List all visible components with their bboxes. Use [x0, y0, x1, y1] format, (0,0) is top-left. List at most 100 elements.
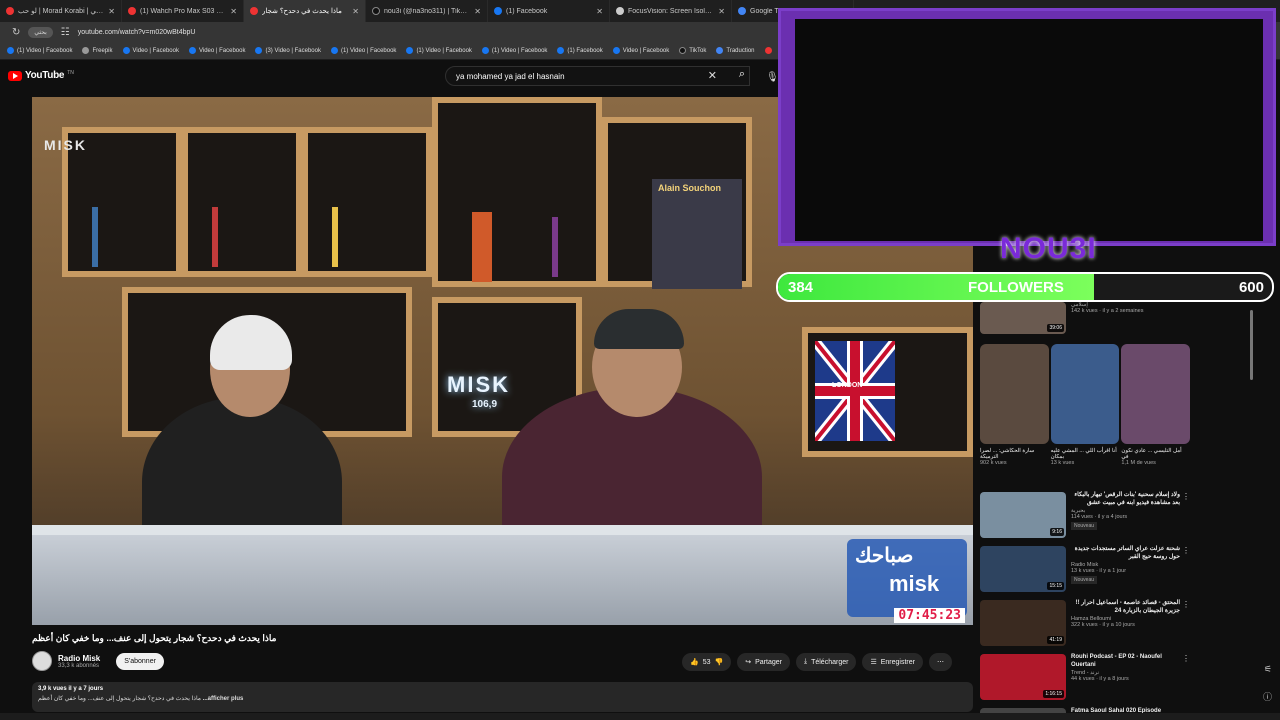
- bookmark[interactable]: (1) Video | Facebook: [326, 47, 401, 54]
- bookmark-label: (3) Video | Facebook: [265, 47, 321, 54]
- tab-label: (1) Facebook: [506, 7, 548, 15]
- save-button[interactable]: ☰ Enregistrer: [862, 653, 923, 671]
- taskbar: [0, 713, 1280, 720]
- video-info: إسلامي 142 k vues · il y a 2 semaines: [1071, 302, 1190, 334]
- tiktok-favicon-icon: [372, 7, 380, 15]
- subscribe-button[interactable]: S'abonner: [116, 652, 164, 670]
- video-thumbnail[interactable]: 15:15: [980, 546, 1066, 592]
- like-button[interactable]: 👍 53 👎: [682, 653, 732, 671]
- more-vert-icon[interactable]: ⋮: [1182, 600, 1190, 609]
- close-icon[interactable]: ✕: [230, 7, 237, 16]
- video-thumbnail[interactable]: 9:16: [980, 492, 1066, 538]
- short-thumbnail[interactable]: [1050, 344, 1120, 444]
- bookmark[interactable]: Video | Facebook: [118, 47, 184, 54]
- channel-avatar[interactable]: [32, 651, 52, 671]
- help-icon[interactable]: ⓘ: [1263, 690, 1272, 703]
- bookmark[interactable]: (1) Video | Facebook: [477, 47, 552, 54]
- video-thumbnail[interactable]: 41:19: [980, 600, 1066, 646]
- browser-tab[interactable]: (1) Facebook ✕: [488, 0, 610, 22]
- recommended-video[interactable]: 15:15 شحنة عزلت عراي الساتر مستجدات جديد…: [980, 546, 1190, 592]
- close-icon[interactable]: ✕: [718, 7, 725, 16]
- bookmark[interactable]: Traduction: [711, 47, 759, 54]
- more-vert-icon[interactable]: ⋮: [1182, 546, 1190, 555]
- youtube-logo[interactable]: YouTube TN: [8, 70, 74, 81]
- url-field[interactable]: youtube.com/watch?v=m020wBt4bpU: [78, 29, 196, 36]
- description-box[interactable]: 3,9 k vues il y a 7 jours ماذا يحدث في د…: [32, 682, 973, 712]
- search-query: ya mohamed ya jad el hasnain: [456, 71, 565, 81]
- download-button[interactable]: ⤓ Télécharger: [795, 653, 857, 671]
- browser-tab[interactable]: nou3i (@na3no311) | TikTok ✕: [366, 0, 488, 22]
- facebook-icon: [255, 47, 263, 54]
- video-meta: 114 vues · il y a 4 jours: [1071, 513, 1128, 520]
- bookmark[interactable]: Freepik: [77, 47, 117, 54]
- browser-tab[interactable]: لو حب | Morad Korabi | مراد قربي✕: [0, 0, 122, 22]
- bookmark[interactable]: (1) Video | Facebook: [401, 47, 476, 54]
- video-thumbnail[interactable]: 39:06: [980, 302, 1066, 334]
- microphone-icon[interactable]: 🎙: [766, 72, 779, 83]
- bookmark[interactable]: (3) Video | Facebook: [250, 47, 325, 54]
- video-title[interactable]: ولاد إسلام سحنية 'بنات الرقص' تبهار بالب…: [1071, 492, 1190, 508]
- panel-icon[interactable]: ⚟: [1264, 664, 1272, 675]
- flag-graphic: [811, 337, 899, 445]
- extension-favicon-icon: [616, 7, 624, 15]
- video-meta: 44 k vues · il y a 8 jours: [1071, 675, 1129, 682]
- close-icon[interactable]: ✕: [352, 7, 359, 16]
- video-title[interactable]: شحنة عزلت عراي الساتر مستجدات جديدة حول …: [1071, 546, 1190, 562]
- country-code: TN: [67, 69, 74, 76]
- video-meta: 322 k vues · il y a 10 jours: [1071, 621, 1135, 628]
- bookmark-label: Traduction: [726, 47, 755, 54]
- bookshelf: [432, 97, 602, 287]
- reload-icon[interactable]: ↻: [12, 27, 20, 38]
- union-jack-print: [811, 337, 899, 445]
- search-pill[interactable]: بحثي: [28, 26, 53, 38]
- recommended-video[interactable]: 41:19 !! المحتق - قصائد عاصمة - اسماعيل …: [980, 600, 1190, 646]
- close-icon[interactable]: ✕: [596, 7, 603, 16]
- bookmark[interactable]: Video | Facebook: [184, 47, 250, 54]
- recommended-video[interactable]: 1:16:15 Rouhi Podcast - EP 02 - Naoufel …: [980, 654, 1190, 700]
- video-title[interactable]: Rouhi Podcast - EP 02 - Naoufel Ouertani: [1071, 654, 1190, 670]
- desk: [32, 535, 973, 625]
- site-settings-icon[interactable]: ☷: [61, 27, 70, 38]
- short-thumbnail[interactable]: [980, 344, 1049, 444]
- short-thumbnail[interactable]: [1121, 344, 1191, 444]
- more-vert-icon[interactable]: ⋮: [1182, 492, 1190, 501]
- webcam-frame: [778, 8, 1276, 246]
- video-duration: 9:16: [1050, 528, 1064, 536]
- browser-tab[interactable]: (1) Wahch Pro Max S03 Episode✕: [122, 0, 244, 22]
- description-preview: ماذا يحدث في دحدح؟ شجار يتحول إلى عنف...…: [38, 695, 967, 702]
- share-button[interactable]: ↪ Partager: [737, 653, 790, 671]
- facebook-icon: [7, 47, 14, 54]
- short-title[interactable]: أمل التليسي ... عادي نكون في: [1121, 448, 1190, 460]
- close-icon[interactable]: ✕: [108, 7, 115, 16]
- browser-tab[interactable]: FocusVision: Screen Isolator | C✕: [610, 0, 732, 22]
- freepik-icon: [82, 47, 90, 54]
- show-more-link[interactable]: ...afficher plus: [203, 696, 244, 702]
- bookmark[interactable]: TikTok: [674, 47, 711, 54]
- recommended-video[interactable]: 9:16 ولاد إسلام سحنية 'بنات الرقص' تبهار…: [980, 492, 1190, 538]
- channel-name[interactable]: Radio Misk: [58, 654, 100, 663]
- download-icon: ⤓: [803, 658, 808, 665]
- search-icon[interactable]: ⌕: [739, 68, 745, 81]
- recommended-video[interactable]: 39:06 إسلامي 142 k vues · il y a 2 semai…: [980, 302, 1190, 334]
- short-title[interactable]: أنا اقرأب اللي ... المشي عليه بمكان: [1051, 448, 1120, 460]
- search-input[interactable]: ya mohamed ya jad el hasnain ✕ ⌕: [445, 66, 750, 86]
- short-title[interactable]: سارة الحكاشي: ... لصرا الترميكة: [980, 448, 1049, 460]
- video-thumbnail[interactable]: 1:16:15: [980, 654, 1066, 700]
- bookmark-label: (1) Video | Facebook: [340, 47, 397, 54]
- browser-tab-active[interactable]: ماذا يحدث في دحدح؟ شجار ✕: [244, 0, 366, 22]
- close-icon[interactable]: ✕: [474, 7, 481, 16]
- book: [332, 207, 338, 267]
- video-title: ماذا يحدث في دحدح؟ شجار يتحول إلى عنف...…: [32, 633, 277, 643]
- clear-search-icon[interactable]: ✕: [708, 69, 717, 82]
- video-title[interactable]: !! المحتق - قصائد عاصمة - اسماعيل احرار …: [1071, 600, 1190, 616]
- bookmark[interactable]: Video | Facebook: [608, 47, 674, 54]
- bookmark[interactable]: (1) Facebook: [552, 47, 607, 54]
- thumbs-up-icon: 👍: [690, 659, 699, 666]
- thumbs-down-icon[interactable]: 👎: [715, 658, 724, 666]
- bookmark[interactable]: [760, 47, 777, 54]
- upload-age: il y a 7 jours: [68, 686, 104, 692]
- sidebar-scrollbar[interactable]: [1250, 310, 1253, 380]
- bookmark[interactable]: (1) Video | Facebook: [2, 47, 77, 54]
- more-actions-button[interactable]: ⋯: [928, 653, 952, 671]
- more-vert-icon[interactable]: ⋮: [1182, 654, 1190, 663]
